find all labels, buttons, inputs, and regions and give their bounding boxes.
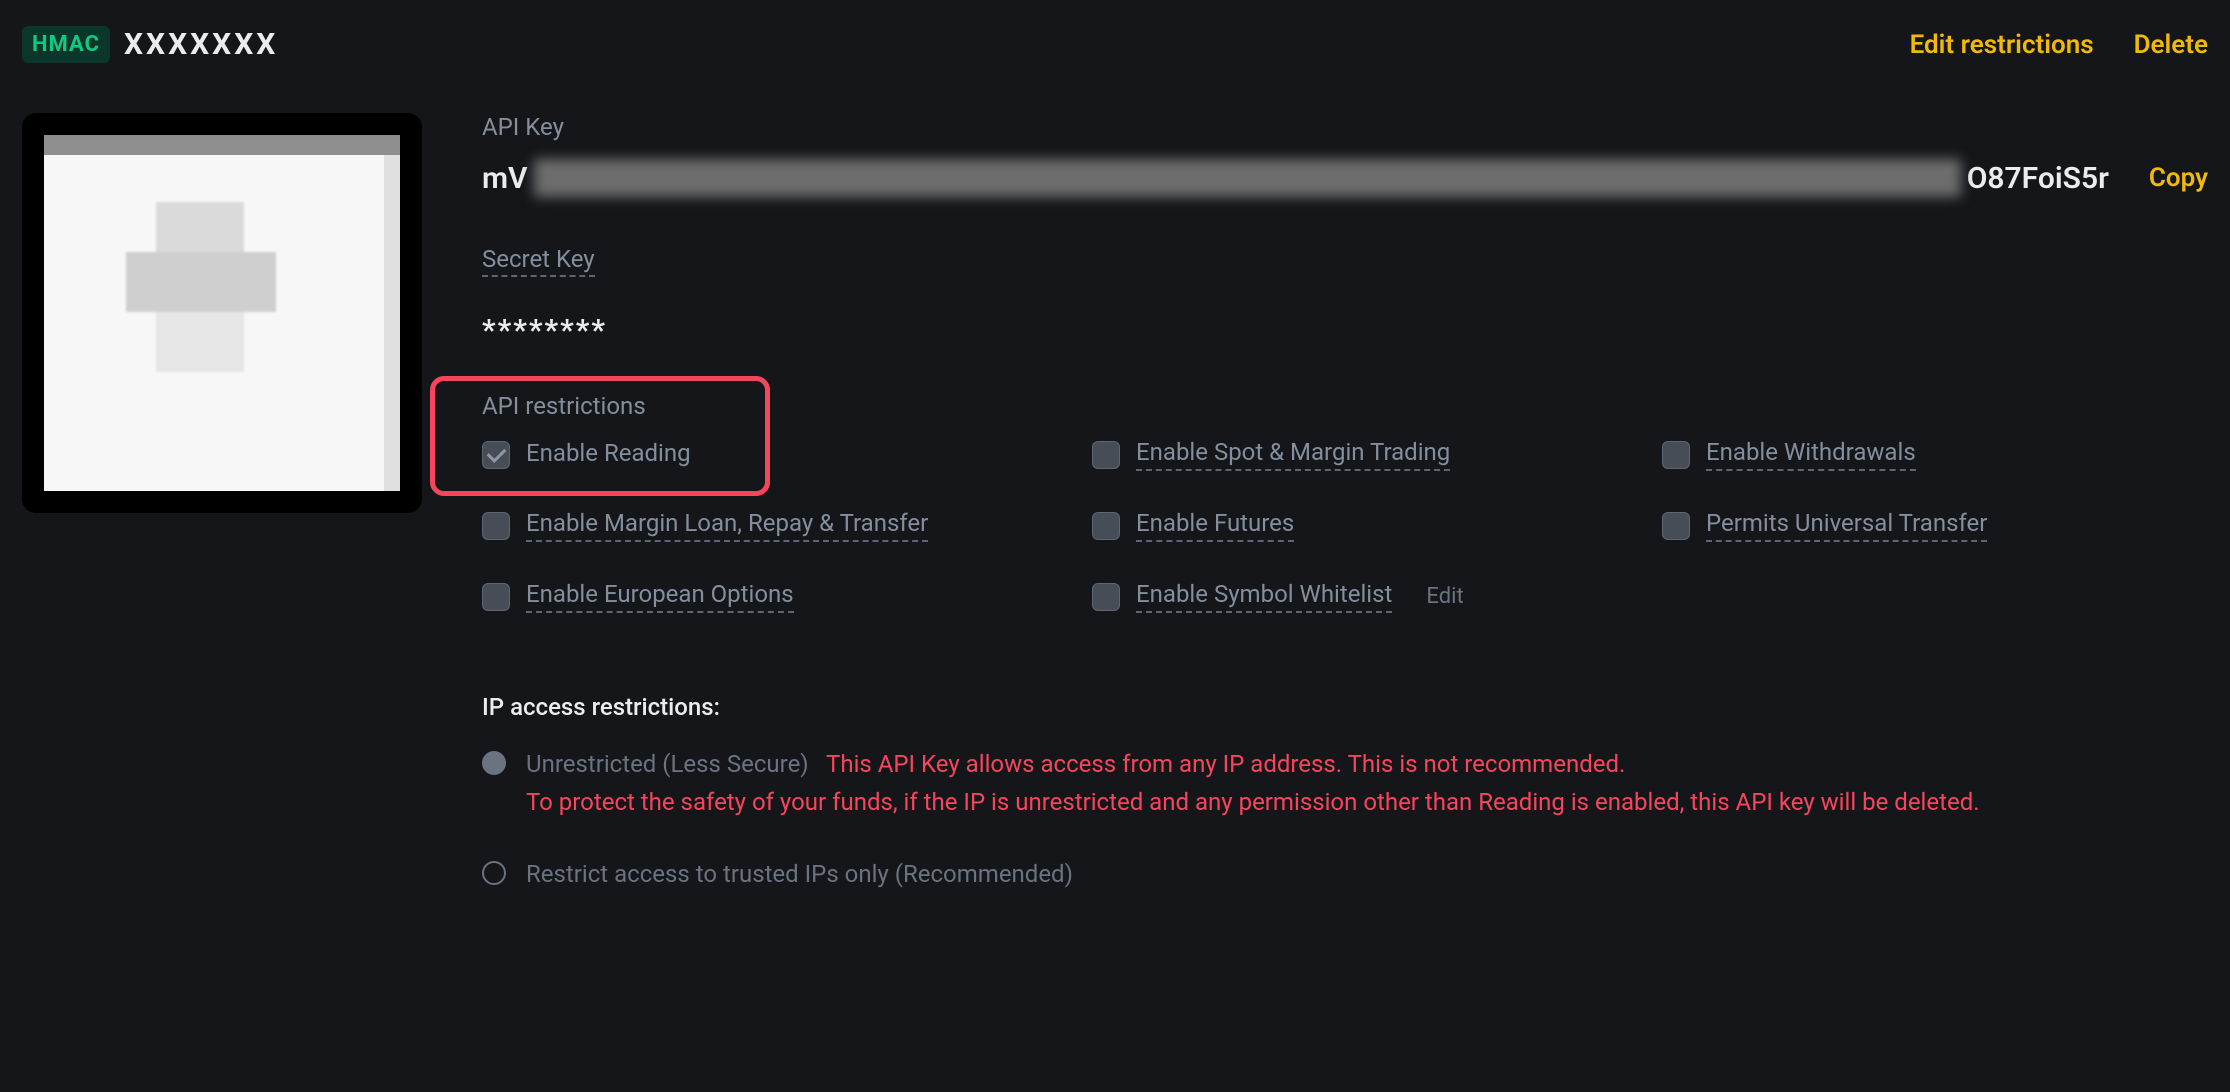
title-group: HMAC XXXXXXX (22, 26, 278, 63)
restriction-enable-spot-margin: Enable Spot & Margin Trading (1092, 438, 1652, 471)
api-key-prefix: mV (482, 161, 528, 196)
label-enable-withdrawals: Enable Withdrawals (1706, 438, 1916, 471)
label-enable-symbol-whitelist: Enable Symbol Whitelist (1136, 580, 1392, 613)
label-trusted-ips: Restrict access to trusted IPs only (Rec… (526, 860, 1073, 888)
qr-code-panel (22, 113, 422, 513)
radio-trusted-ips[interactable] (482, 861, 506, 885)
restriction-enable-futures: Enable Futures (1092, 509, 1652, 542)
warning-unrestricted-inline: This API Key allows access from any IP a… (826, 750, 1625, 778)
restriction-enable-european-options: Enable European Options (482, 580, 1082, 613)
label-permits-universal-transfer: Permits Universal Transfer (1706, 509, 1987, 542)
label-enable-spot-margin: Enable Spot & Margin Trading (1136, 438, 1450, 471)
api-key-suffix: O87FoiS5r (1967, 161, 2109, 196)
header: HMAC XXXXXXX Edit restrictions Delete (22, 16, 2208, 113)
restriction-enable-margin-loan: Enable Margin Loan, Repay & Transfer (482, 509, 1082, 542)
api-key-value: mV O87FoiS5r (482, 159, 2109, 197)
checkbox-permits-universal-transfer[interactable] (1662, 512, 1690, 540)
edit-restrictions-button[interactable]: Edit restrictions (1910, 30, 2094, 60)
restriction-enable-reading: Enable Reading (482, 438, 1082, 471)
warning-unrestricted-block: To protect the safety of your funds, if … (526, 788, 1980, 816)
checkbox-enable-reading[interactable] (482, 441, 510, 469)
ip-access-section: IP access restrictions: Unrestricted (Le… (482, 693, 2208, 893)
restriction-permits-universal-transfer: Permits Universal Transfer (1662, 509, 2208, 542)
ip-access-title: IP access restrictions: (482, 693, 2208, 721)
label-enable-reading: Enable Reading (526, 439, 691, 470)
header-actions: Edit restrictions Delete (1910, 30, 2208, 60)
secret-key-value: ******** (482, 313, 2208, 348)
checkbox-enable-futures[interactable] (1092, 512, 1120, 540)
secret-key-label: Secret Key (482, 245, 595, 277)
qr-code-image (44, 135, 400, 491)
hmac-badge: HMAC (22, 26, 110, 63)
checkbox-enable-margin-loan[interactable] (482, 512, 510, 540)
edit-symbol-whitelist-button[interactable]: Edit (1426, 584, 1463, 609)
copy-api-key-button[interactable]: Copy (2149, 163, 2208, 193)
checkbox-enable-withdrawals[interactable] (1662, 441, 1690, 469)
ip-option-unrestricted: Unrestricted (Less Secure) This API Key … (482, 745, 2208, 821)
api-key-label: API Key (482, 113, 2208, 141)
checkbox-enable-spot-margin[interactable] (1092, 441, 1120, 469)
checkbox-enable-symbol-whitelist[interactable] (1092, 583, 1120, 611)
api-restrictions-title: API restrictions (482, 392, 2208, 420)
ip-option-trusted: Restrict access to trusted IPs only (Rec… (482, 855, 2208, 893)
radio-unrestricted[interactable] (482, 751, 506, 775)
checkbox-enable-european-options[interactable] (482, 583, 510, 611)
api-key-name: XXXXXXX (124, 27, 278, 62)
label-unrestricted: Unrestricted (Less Secure) (526, 750, 809, 778)
delete-button[interactable]: Delete (2134, 30, 2208, 60)
restriction-enable-symbol-whitelist: Enable Symbol Whitelist Edit (1092, 580, 1652, 613)
label-enable-european-options: Enable European Options (526, 580, 794, 613)
api-restrictions-section: API restrictions Enable Reading Enable S… (482, 392, 2208, 613)
label-enable-margin-loan: Enable Margin Loan, Repay & Transfer (526, 509, 928, 542)
restriction-enable-withdrawals: Enable Withdrawals (1662, 438, 2208, 471)
label-enable-futures: Enable Futures (1136, 509, 1294, 542)
api-key-redacted (534, 159, 1961, 197)
